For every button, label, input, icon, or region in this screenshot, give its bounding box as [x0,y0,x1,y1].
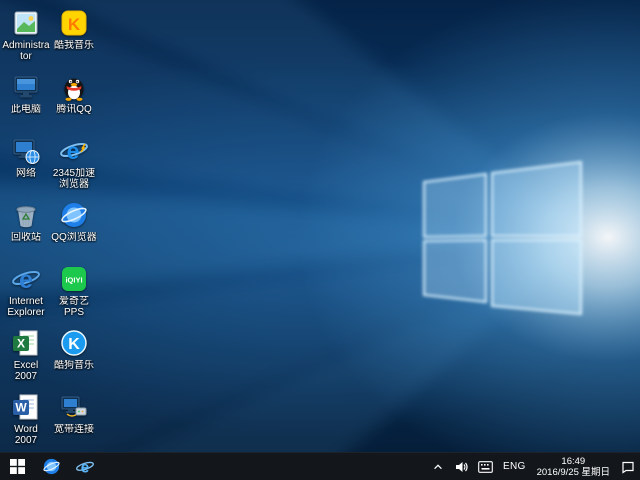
icon-label: 酷狗音乐 [54,360,94,371]
desktop-icon-kuwo-music[interactable]: K 酷我音乐 [50,6,98,70]
computer-icon [11,72,41,102]
action-center-icon [621,460,635,474]
desktop-icon-iqiyi-pps[interactable]: iQIYI 爱奇艺PPS [50,262,98,326]
desktop-icon-broadband-connection[interactable]: 宽带连接 [50,390,98,454]
clock-date: 2016/9/25 星期日 [537,467,610,478]
user-picture-icon [11,8,41,38]
excel-icon: X [11,328,41,358]
tray-language-indicator[interactable]: ENG [498,453,531,480]
recycle-bin-icon [11,200,41,230]
icon-label: 网络 [16,168,36,179]
desktop-icon-internet-explorer[interactable]: e Internet Explorer [2,262,50,326]
icon-label: 腾讯QQ [56,104,92,115]
taskbar-icon-internet-explorer[interactable]: e [68,453,102,480]
svg-text:e: e [67,138,80,164]
desktop-icon-tencent-qq[interactable]: 腾讯QQ [50,70,98,134]
icon-label: Internet Explorer [2,296,50,318]
icon-label: Word 2007 [2,424,50,446]
2345-browser-icon: e [59,136,89,166]
windows-logo-icon [10,459,25,474]
icon-label: 此电脑 [11,104,41,115]
taskbar: e ENG 16:49 [0,452,640,480]
desktop-icon-network[interactable]: 网络 [2,134,50,198]
svg-text:e: e [19,266,33,294]
qq-penguin-icon [59,72,89,102]
icon-label: QQ浏览器 [51,232,97,243]
svg-text:K: K [68,336,80,353]
speaker-icon [454,460,468,474]
word-icon: W [11,392,41,422]
action-center-button[interactable] [616,453,640,480]
system-tray: ENG 16:49 2016/9/25 星期日 [427,453,640,480]
icon-label: 酷我音乐 [54,40,94,51]
qq-browser-icon [59,200,89,230]
icon-label: Administrator [2,40,50,62]
kuwo-music-icon: K [59,8,89,38]
svg-text:W: W [15,401,27,415]
chevron-up-icon [432,461,444,473]
desktop-icon-excel-2007[interactable]: X Excel 2007 [2,326,50,390]
kugou-music-icon: K [59,328,89,358]
svg-text:e: e [81,459,90,476]
svg-text:K: K [68,15,81,34]
svg-text:iQIYI: iQIYI [65,276,82,285]
desktop-icon-recycle-bin[interactable]: 回收站 [2,198,50,262]
clock-time: 16:49 [561,456,585,467]
taskbar-icon-qq-browser[interactable] [34,453,68,480]
internet-explorer-icon: e [75,457,95,477]
desktop-icon-kugou-music[interactable]: K 酷狗音乐 [50,326,98,390]
tray-ime-button[interactable] [473,453,498,480]
icon-label: 回收站 [11,232,41,243]
icon-label: 宽带连接 [54,424,94,435]
svg-text:X: X [17,337,25,351]
desktop-icon-this-pc[interactable]: 此电脑 [2,70,50,134]
desktop-icon-qq-browser[interactable]: QQ浏览器 [50,198,98,262]
qq-browser-icon [42,457,61,476]
icon-label: 2345加速浏览器 [50,168,98,190]
network-icon [11,136,41,166]
desktop-icon-2345-browser[interactable]: e 2345加速浏览器 [50,134,98,198]
tray-clock[interactable]: 16:49 2016/9/25 星期日 [531,453,616,480]
icon-label: Excel 2007 [2,360,50,382]
desktop-icon-grid: Administrator 此电脑 网络 [2,6,98,454]
desktop-icon-word-2007[interactable]: W Word 2007 [2,390,50,454]
windows-desktop: { "desktop": { "icons": [ {"id":"adminis… [0,0,640,480]
iqiyi-pps-icon: iQIYI [59,264,89,294]
broadband-connection-icon [59,392,89,422]
tray-chevron-button[interactable] [427,453,449,480]
icon-label: 爱奇艺PPS [50,296,98,318]
keyboard-icon [478,461,493,473]
internet-explorer-icon: e [11,264,41,294]
start-button[interactable] [0,453,34,480]
desktop-icon-administrator[interactable]: Administrator [2,6,50,70]
tray-volume-button[interactable] [449,453,473,480]
